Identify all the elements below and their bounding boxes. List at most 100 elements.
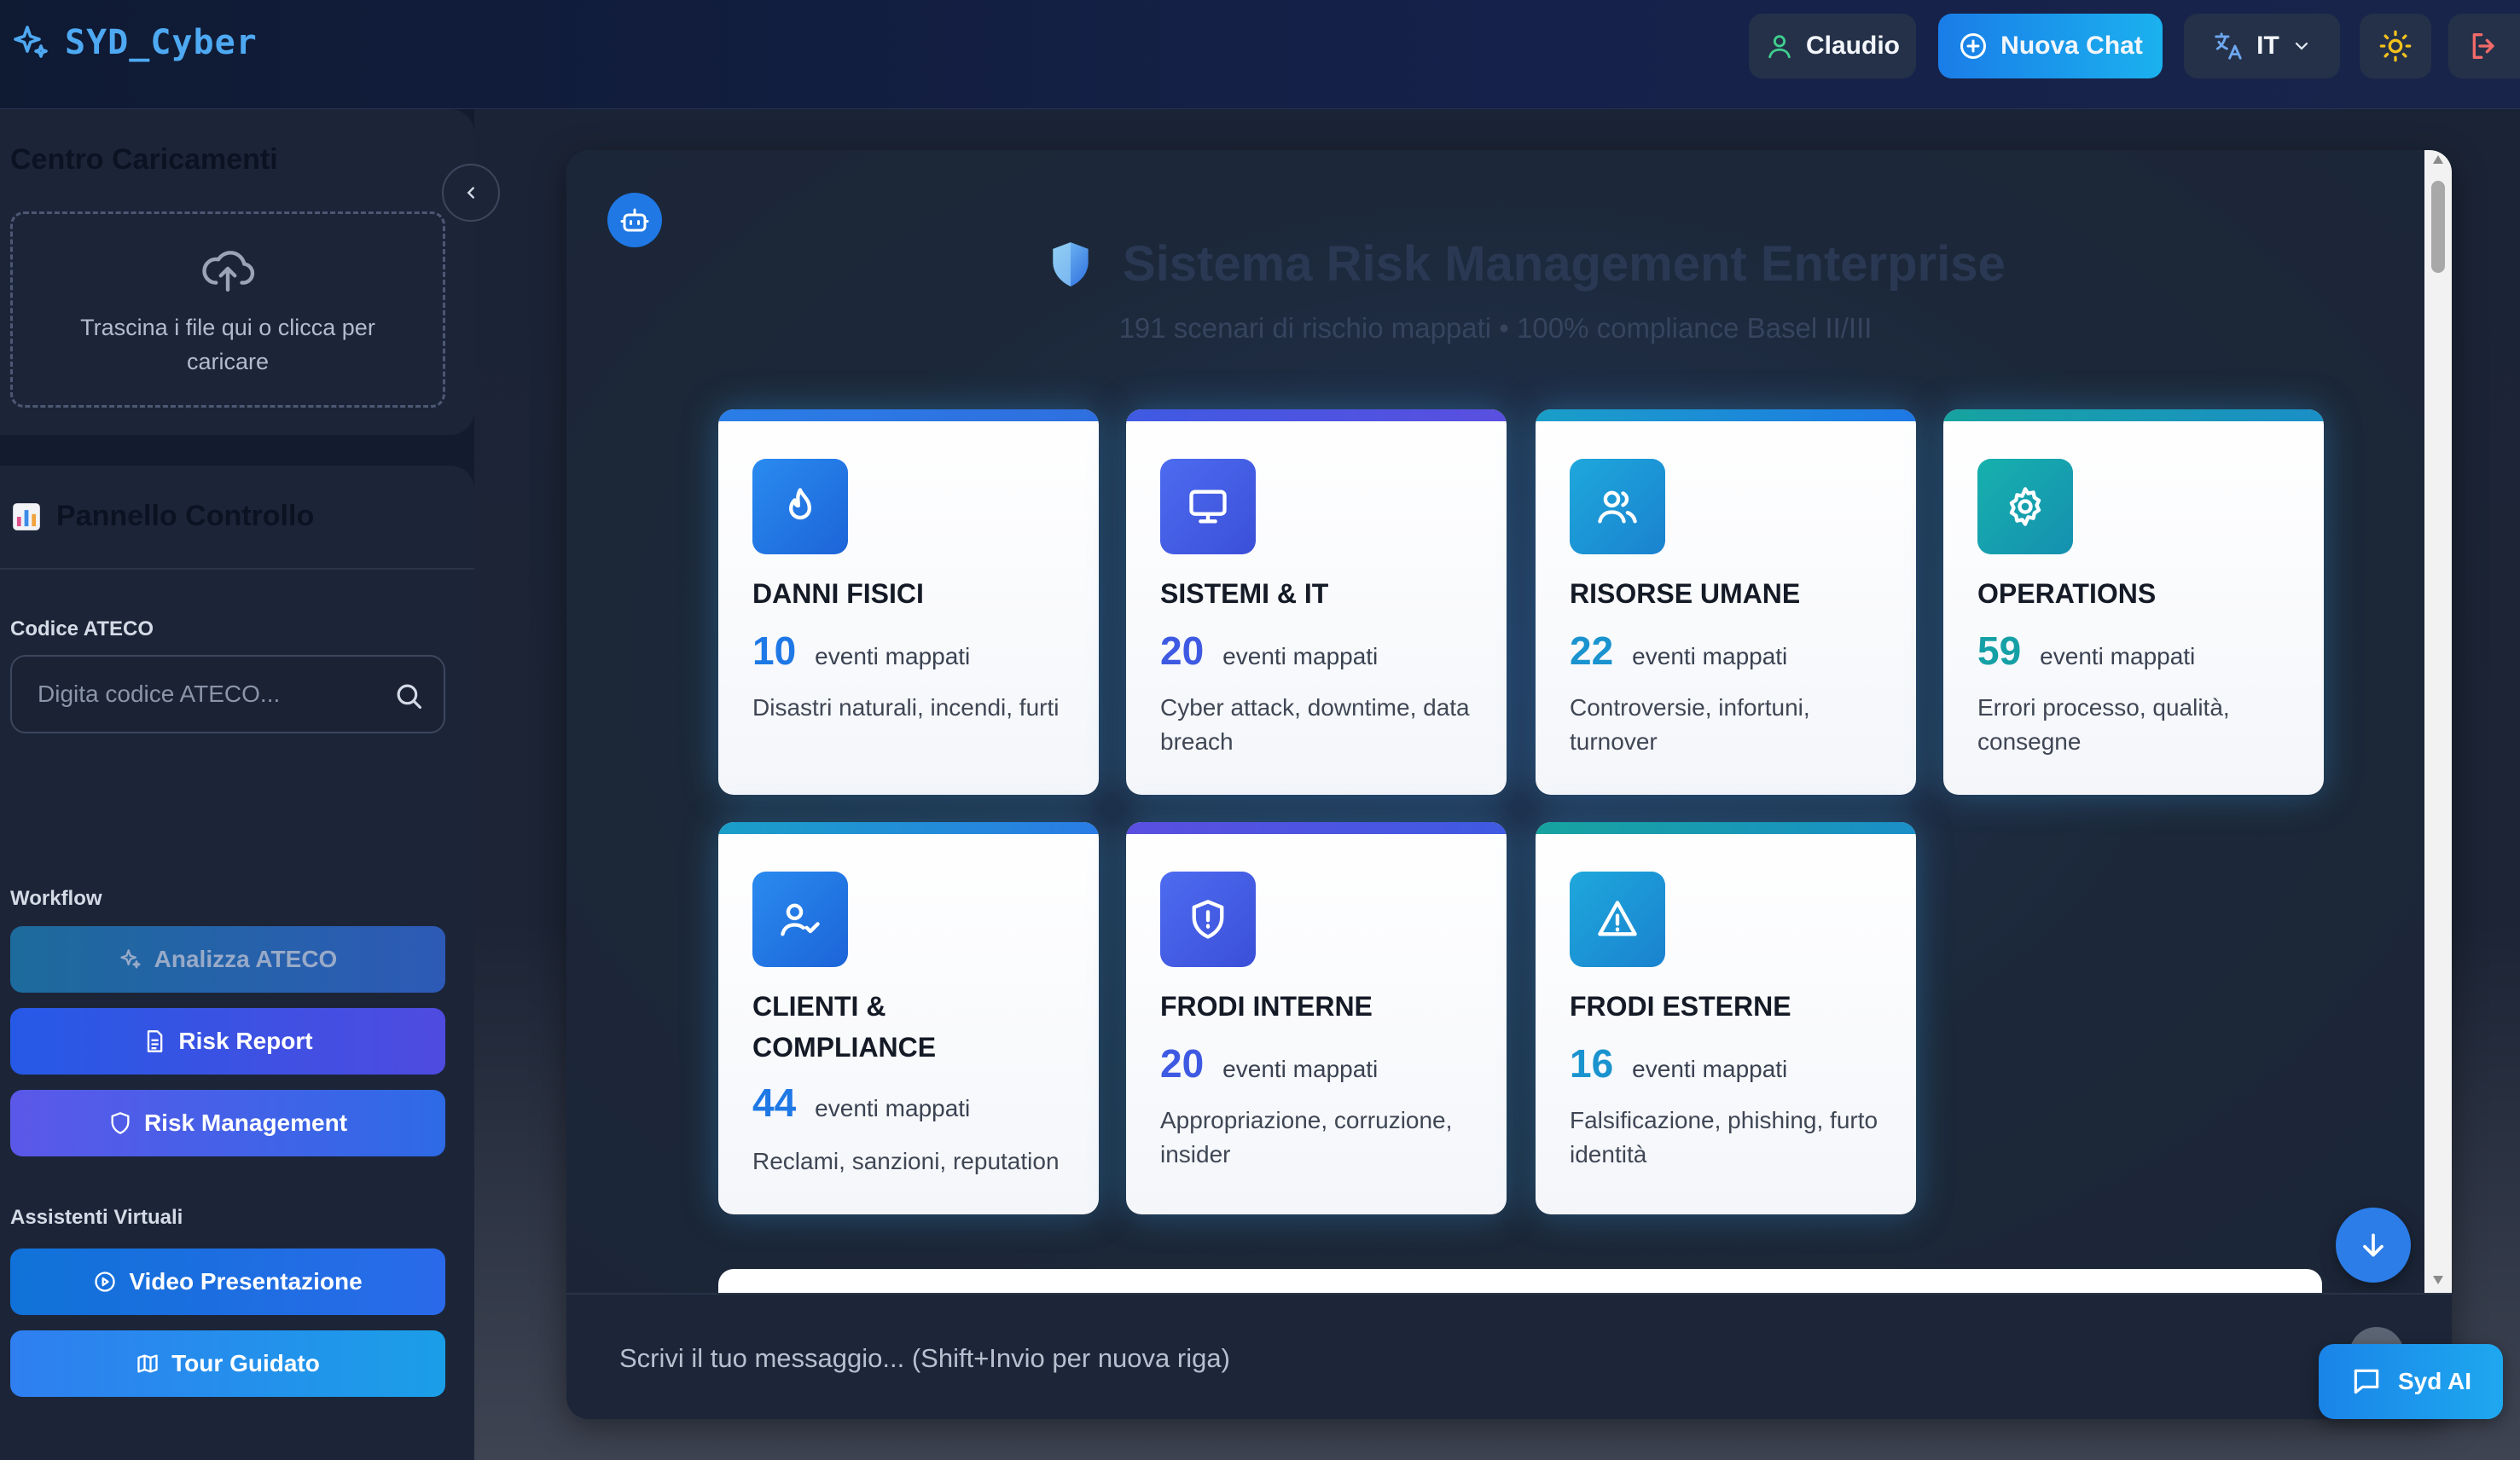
card-count-label: eventi mappati: [2040, 643, 2196, 669]
card-icon-box: [1160, 459, 1256, 554]
card-count-number: 59: [1977, 629, 2022, 673]
new-chat-button[interactable]: Nuova Chat: [1938, 14, 2163, 78]
sparkle-icon: [119, 949, 141, 969]
card-accent-bar: [718, 822, 1099, 834]
card-description: Disastri naturali, incendi, furti: [752, 694, 1060, 721]
card-accent-bar: [1126, 409, 1507, 421]
risk-management-button[interactable]: Risk Management: [10, 1090, 445, 1156]
card-title: SISTEMI & IT: [1160, 578, 1329, 609]
card-icon-box: [1160, 872, 1256, 967]
category-card-clienti-compliance[interactable]: CLIENTI & COMPLIANCE 44 eventi mappati R…: [718, 822, 1099, 1214]
control-panel-header: Pannello Controllo: [10, 500, 314, 533]
card-count-number: 20: [1160, 629, 1205, 673]
card-count-label: eventi mappati: [815, 1095, 971, 1121]
upload-panel: Centro Caricamenti Trascina i file qui o…: [0, 109, 474, 435]
sun-icon: [2379, 30, 2412, 62]
brand[interactable]: SYD_Cyber: [10, 22, 258, 63]
category-card-risorse-umane[interactable]: RISORSE UMANE 22 eventi mappati Controve…: [1536, 409, 1916, 795]
card-count: 10 eventi mappati: [752, 628, 970, 674]
card-icon-box: [752, 459, 848, 554]
card-title: FRODI INTERNE: [1160, 991, 1373, 1022]
bot-icon: [620, 208, 649, 232]
video-presentation-label: Video Presentazione: [129, 1268, 363, 1295]
upload-panel-title: Centro Caricamenti: [10, 143, 278, 176]
upload-dropzone[interactable]: Trascina i file qui o clicca per caricar…: [10, 211, 445, 408]
card-count-number: 20: [1160, 1041, 1205, 1086]
analizza-ateco-label: Analizza ATECO: [154, 946, 338, 972]
logout-button[interactable]: [2448, 14, 2520, 78]
scroll-to-bottom-button[interactable]: [2336, 1208, 2411, 1283]
card-count: 22 eventi mappati: [1570, 628, 1787, 674]
message-input[interactable]: [619, 1312, 2240, 1405]
search-icon[interactable]: [392, 680, 425, 712]
chat-window: Sistema Risk Management Enterprise 191 s…: [566, 150, 2452, 1419]
shield-alert-icon: [1192, 900, 1224, 939]
plus-circle-icon: [1960, 33, 1987, 59]
theme-toggle-button[interactable]: [2360, 14, 2431, 78]
sidebar-collapse-button[interactable]: [442, 164, 500, 222]
user-button[interactable]: Claudio: [1749, 14, 1916, 78]
card-count: 59 eventi mappati: [1977, 628, 2195, 674]
scrollbar[interactable]: [2424, 150, 2452, 1293]
app-name: SYD_Cyber: [65, 23, 258, 62]
card-title: RISORSE UMANE: [1570, 578, 1801, 609]
monitor-icon: [1189, 490, 1227, 524]
category-card-operations[interactable]: OPERATIONS 59 eventi mappati Errori proc…: [1943, 409, 2324, 795]
category-card-danni-fisici[interactable]: DANNI FISICI 10 eventi mappati Disastri …: [718, 409, 1099, 795]
translate-icon: [2215, 32, 2242, 60]
video-presentation-button[interactable]: Video Presentazione: [10, 1249, 445, 1315]
scrollbar-thumb[interactable]: [2431, 181, 2445, 273]
syd-ai-button[interactable]: Syd AI: [2319, 1344, 2503, 1419]
cloud-upload-icon: [202, 251, 255, 292]
card-accent-bar: [1536, 409, 1916, 421]
chat-bubble-icon: [2354, 1369, 2379, 1394]
card-count-number: 22: [1570, 629, 1614, 673]
card-count: 16 eventi mappati: [1570, 1040, 1787, 1086]
bot-avatar: [607, 193, 662, 247]
divider: [0, 568, 474, 570]
user-name: Claudio: [1806, 32, 1900, 60]
card-title: DANNI FISICI: [752, 578, 924, 609]
user-check-icon: [781, 903, 820, 936]
page-subtitle: 191 scenari di rischio mappati • 100% co…: [1118, 312, 1873, 344]
language-select[interactable]: IT: [2184, 14, 2340, 78]
card-title: CLIENTI & COMPLIANCE: [752, 991, 937, 1063]
sidebar: Centro Caricamenti Trascina i file qui o…: [0, 109, 500, 1460]
category-card-frodi-interne[interactable]: FRODI INTERNE 20 eventi mappati Appropri…: [1126, 822, 1507, 1214]
card-description: Controversie, infortuni, turnover: [1570, 694, 1810, 755]
analizza-ateco-button[interactable]: Analizza ATECO: [10, 926, 445, 993]
shield-icon: [1053, 241, 1089, 287]
bar-chart-icon: [13, 502, 40, 530]
card-description: Cyber attack, downtime, data breach: [1160, 694, 1470, 755]
scroll-down-arrow-icon[interactable]: [2431, 1274, 2445, 1286]
card-icon-box: [752, 872, 848, 967]
gear-icon: [2009, 487, 2041, 526]
workflow-label: Workflow: [10, 887, 102, 910]
ateco-input[interactable]: [38, 657, 379, 732]
ateco-field: [10, 655, 445, 733]
play-circle-icon: [95, 1272, 115, 1292]
card-count-number: 16: [1570, 1041, 1614, 1086]
card-icon-box: [1570, 459, 1665, 554]
language-label: IT: [2256, 32, 2279, 60]
card-count-label: eventi mappati: [1222, 1056, 1379, 1082]
warning-icon: [1598, 901, 1637, 936]
users-icon: [1598, 490, 1637, 524]
chevron-down-icon: [2295, 42, 2308, 50]
risk-report-button[interactable]: Risk Report: [10, 1008, 445, 1075]
scroll-up-arrow-icon[interactable]: [2431, 154, 2445, 165]
card-description: Errori processo, qualità, consegne: [1977, 694, 2230, 755]
card-icon-box: [1570, 872, 1665, 967]
control-panel: Pannello Controllo Codice ATECO Workflow…: [0, 466, 474, 1460]
card-count-label: eventi mappati: [815, 643, 971, 669]
flame-icon: [789, 488, 811, 520]
shield-icon: [111, 1112, 130, 1134]
user-icon: [1768, 35, 1791, 59]
category-card-sistemi-it[interactable]: SISTEMI & IT 20 eventi mappati Cyber att…: [1126, 409, 1507, 795]
guided-tour-button[interactable]: Tour Guidato: [10, 1330, 445, 1397]
document-icon: [148, 1030, 163, 1052]
control-panel-title: Pannello Controllo: [56, 500, 315, 532]
category-card-frodi-esterne[interactable]: FRODI ESTERNE 16 eventi mappati Falsific…: [1536, 822, 1916, 1214]
risk-management-label: Risk Management: [143, 1109, 348, 1136]
card-accent-bar: [718, 409, 1099, 421]
